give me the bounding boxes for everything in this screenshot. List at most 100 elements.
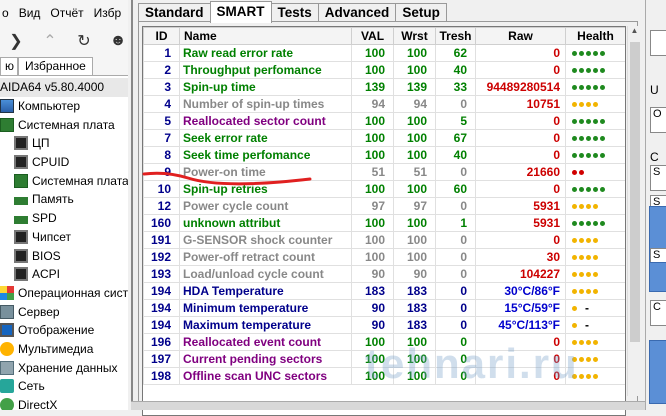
cell-name: Offline scan UNC sectors (179, 367, 352, 385)
right-field-o[interactable]: O (650, 107, 666, 133)
health-dot-icon (579, 170, 584, 176)
motherboard-icon (14, 173, 28, 188)
tree-item[interactable]: Сеть (0, 377, 128, 396)
user-icon[interactable]: ☻ (108, 31, 128, 51)
right-field-c[interactable]: C (650, 300, 666, 326)
memory-icon (14, 196, 28, 205)
health-dot-icon (572, 306, 577, 312)
scroll-thumb[interactable] (630, 42, 640, 342)
tree-item[interactable]: Чипсет (0, 228, 128, 247)
smart-row[interactable]: 160 unknown attribut 100 100 1 5931 (143, 214, 625, 232)
health-dot-icon (579, 289, 584, 295)
forward-arrow-icon[interactable]: ❯ (6, 31, 26, 51)
cell-wrst: 100 (393, 248, 436, 266)
smart-row[interactable]: 196 Reallocated event count 100 100 0 0 (143, 333, 625, 351)
cell-name: Load/unload cycle count (179, 265, 352, 283)
tree-item[interactable]: ЦП (0, 134, 128, 153)
menu-item-report[interactable]: Отчёт (50, 6, 83, 20)
health-dot-icon (593, 102, 598, 108)
smart-row[interactable]: 193 Load/unload cycle count 90 90 0 104227 (143, 265, 625, 283)
cell-name: Raw read error rate (179, 44, 352, 62)
tab-favorites[interactable]: Избранное (18, 57, 93, 75)
cell-raw: 0 (475, 367, 566, 385)
refresh-icon[interactable]: ↻ (74, 31, 94, 51)
smart-row[interactable]: 2 Throughput perfomance 100 100 40 0 (143, 61, 625, 79)
smart-row[interactable]: 3 Spin-up time 139 139 33 94489280514 (143, 78, 625, 96)
smart-row[interactable]: 7 Seek error rate 100 100 67 0 (143, 129, 625, 147)
tree-item[interactable]: ACPI (0, 265, 128, 284)
smart-row[interactable]: 194 HDA Temperature 183 183 0 30°C/86°F (143, 282, 625, 300)
menu-item-file[interactable]: о (2, 6, 9, 20)
tree-item[interactable]: Память (0, 190, 128, 209)
cell-name: G-SENSOR shock counter (179, 231, 352, 249)
cell-val: 51 (351, 163, 394, 181)
menu-item-view[interactable]: Вид (19, 6, 41, 20)
tab-tests[interactable]: Tests (270, 3, 319, 22)
smart-row[interactable]: 8 Seek time perfomance 100 100 40 0 (143, 146, 625, 164)
col-id[interactable]: ID (143, 27, 180, 45)
cell-tresh: 40 (435, 61, 476, 79)
health-dot-icon (579, 238, 584, 244)
tree-item[interactable]: Компьютер (0, 97, 128, 116)
toolbar: ❯ ⌃ ↻ ☻ (0, 26, 128, 56)
smart-row[interactable]: 197 Current pending sectors 100 100 0 0 (143, 350, 625, 368)
tab-setup[interactable]: Setup (395, 3, 447, 22)
tab-smart[interactable]: SMART (209, 1, 272, 23)
cell-raw: 30°C/86°F (475, 282, 566, 300)
cell-id: 12 (143, 197, 180, 215)
tree-item-label: ACPI (32, 267, 61, 282)
health-dot-icon (586, 85, 591, 91)
scroll-up-icon[interactable]: ▲ (628, 26, 641, 40)
health-dot-icon (572, 221, 577, 227)
cell-wrst: 100 (393, 180, 436, 198)
col-tresh[interactable]: Tresh (435, 27, 476, 45)
smart-row[interactable]: 194 Minimum temperature 90 183 0 15°C/59°F - (143, 299, 625, 317)
cell-health (565, 95, 625, 113)
health-dot-icon (586, 119, 591, 125)
tab-advanced[interactable]: Advanced (317, 3, 397, 22)
tree-item[interactable]: Системная плата (0, 171, 128, 190)
smart-row[interactable]: 191 G-SENSOR shock counter 100 100 0 0 (143, 231, 625, 249)
smart-row[interactable]: 198 Offline scan UNC sectors 100 100 0 0 (143, 367, 625, 385)
tree-item[interactable]: Системная плата (0, 115, 128, 134)
cell-raw: 0 (475, 146, 566, 164)
menu-item-favorites[interactable]: Избр (94, 6, 122, 20)
tree-item[interactable]: DirectX (0, 396, 128, 410)
col-raw[interactable]: Raw (475, 27, 566, 45)
vertical-scrollbar[interactable]: ▲ (627, 26, 641, 396)
smart-row[interactable]: 12 Power cycle count 97 97 0 5931 (143, 197, 625, 215)
col-val[interactable]: VAL (351, 27, 394, 45)
health-dot-icon (586, 204, 591, 210)
right-field-s1[interactable]: S (650, 165, 666, 191)
tree-item-label: Отображение (18, 323, 95, 338)
tree-item[interactable]: Мультимедиа (0, 340, 128, 359)
tab-standard[interactable]: Standard (138, 3, 211, 22)
health-dot-icon (600, 51, 605, 57)
health-dot-icon (572, 187, 577, 193)
smart-row[interactable]: 1 Raw read error rate 100 100 62 0 (143, 44, 625, 62)
horizontal-scrollbar[interactable] (131, 401, 645, 410)
col-name[interactable]: Name (179, 27, 352, 45)
col-wrst[interactable]: Wrst (393, 27, 436, 45)
tree-item[interactable]: Сервер (0, 302, 128, 321)
smart-row[interactable]: 5 Reallocated sector count 100 100 5 0 (143, 112, 625, 130)
smart-row[interactable]: 9 Power-on time 51 51 0 21660 (143, 163, 625, 181)
tree-item[interactable]: Отображение (0, 321, 128, 340)
cell-tresh: 0 (435, 316, 476, 334)
right-dropdown-1[interactable] (650, 30, 666, 56)
up-arrow-icon[interactable]: ⌃ (40, 31, 60, 51)
health-dot-icon (572, 340, 577, 346)
tree-item[interactable]: CPUID (0, 153, 128, 172)
smart-row[interactable]: 4 Number of spin-up times 94 94 0 10751 (143, 95, 625, 113)
tree-item[interactable]: Хранение данных (0, 358, 128, 377)
tree-item-label: Операционная система (18, 285, 128, 300)
tab-menu[interactable]: ю (0, 57, 18, 75)
tree-item[interactable]: Операционная система (0, 284, 128, 303)
col-health[interactable]: Health (565, 27, 625, 45)
smart-row[interactable]: 10 Spin-up retries 100 100 60 0 (143, 180, 625, 198)
tree-item-version[interactable]: AIDA64 v5.80.4000 (0, 78, 128, 97)
smart-row[interactable]: 194 Maximum temperature 90 183 0 45°C/113°F - (143, 316, 625, 334)
smart-row[interactable]: 192 Power-off retract count 100 100 0 30 (143, 248, 625, 266)
tree-item[interactable]: SPD (0, 209, 128, 228)
tree-item[interactable]: BIOS (0, 246, 128, 265)
